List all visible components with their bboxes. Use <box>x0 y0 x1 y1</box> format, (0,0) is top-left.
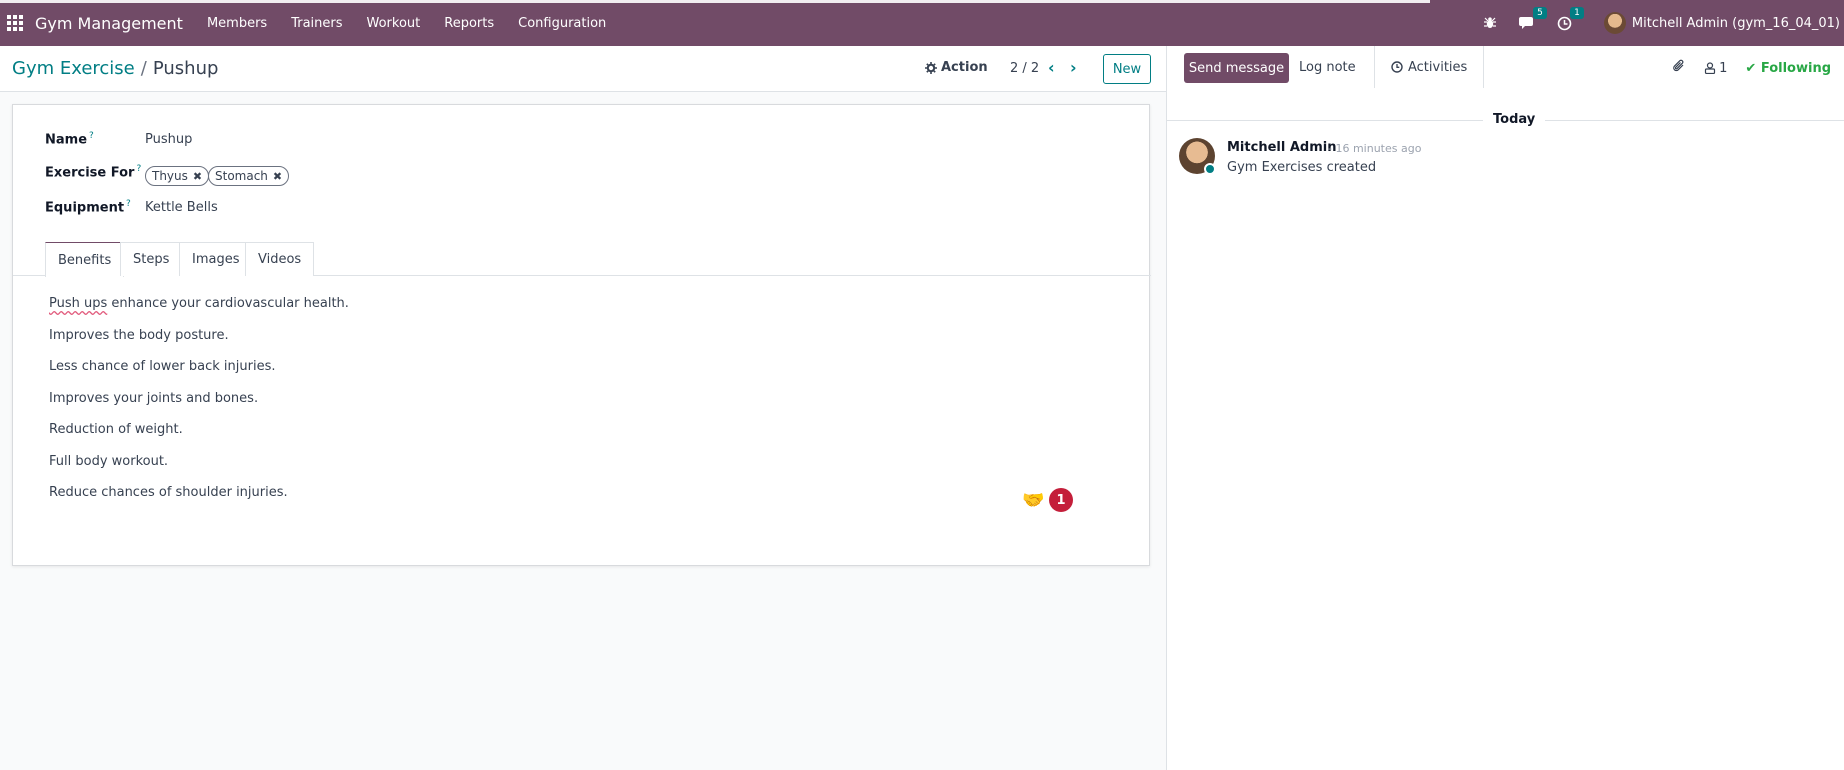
equipment-label: Equipment? <box>45 199 131 216</box>
tooltip-mark: ? <box>89 131 94 141</box>
benefit-line[interactable]: Push ups enhance your cardiovascular hea… <box>49 296 349 311</box>
message-timestamp: - 16 minutes ago <box>1328 142 1422 155</box>
grammar-count-badge[interactable]: 1 <box>1049 488 1073 512</box>
menu-workout[interactable]: Workout <box>355 16 433 31</box>
benefit-line[interactable]: Reduction of weight. <box>49 422 183 437</box>
user-icon <box>1705 62 1716 74</box>
tag-remove-icon[interactable]: ✖ <box>273 170 282 183</box>
action-menu-button[interactable]: Action <box>925 60 988 75</box>
tab-images[interactable]: Images <box>179 242 253 276</box>
top-navbar: Gym Management Members Trainers Workout … <box>0 0 1844 46</box>
benefit-line[interactable]: Improves the body posture. <box>49 328 229 343</box>
form-sheet: Name? Pushup Exercise For? Thyus ✖ Stomac… <box>12 104 1151 566</box>
name-field[interactable]: Pushup <box>145 132 192 147</box>
chatter-panel: Send message Log note Activities 1 ✔ Fol… <box>1166 46 1844 770</box>
tab-videos[interactable]: Videos <box>245 242 315 276</box>
benefit-line[interactable]: Improves your joints and bones. <box>49 391 258 406</box>
pager-previous-icon[interactable]: ‹ <box>1048 58 1055 77</box>
check-icon: ✔ <box>1745 60 1757 76</box>
activities-clock-icon[interactable]: 1 <box>1557 6 1584 31</box>
tab-steps[interactable]: Steps <box>120 242 183 276</box>
chatter-toolbar: Send message Log note Activities 1 ✔ Fol… <box>1167 46 1844 88</box>
menu-reports[interactable]: Reports <box>432 16 506 31</box>
menu-trainers[interactable]: Trainers <box>279 16 354 31</box>
pager-next-icon[interactable]: › <box>1070 58 1077 77</box>
messages-count-badge: 5 <box>1533 7 1547 19</box>
benefit-line[interactable]: Less chance of lower back injuries. <box>49 359 275 374</box>
breadcrumb: Gym Exercise / Pushup <box>12 58 219 79</box>
misspelled-word: Push ups <box>49 296 108 311</box>
user-avatar <box>1603 12 1626 34</box>
new-record-button[interactable]: New <box>1103 54 1151 84</box>
activities-button[interactable]: Activities <box>1374 46 1485 88</box>
paperclip-icon[interactable] <box>1672 59 1686 77</box>
notebook-tabs: Benefits Steps Images Videos <box>13 242 1151 277</box>
app-brand[interactable]: Gym Management <box>35 14 183 33</box>
send-message-button[interactable]: Send message <box>1184 53 1289 83</box>
pager-value[interactable]: 2 / 2 <box>1010 61 1039 76</box>
debug-bug-icon[interactable] <box>1483 16 1497 30</box>
benefit-line[interactable]: Reduce chances of shoulder injuries. <box>49 485 288 500</box>
benefit-line[interactable]: Full body workout. <box>49 454 168 469</box>
tab-benefits[interactable]: Benefits <box>45 242 125 277</box>
breadcrumb-current: Pushup <box>152 58 219 79</box>
log-note-button[interactable]: Log note <box>1299 60 1356 75</box>
control-panel: Gym Exercise / Pushup Action 2 / 2 ‹ › New <box>0 46 1166 92</box>
name-label: Name? <box>45 131 94 148</box>
user-name: Mitchell Admin (gym_16_04_01) <box>1631 15 1840 31</box>
message-body: Gym Exercises created <box>1227 160 1377 175</box>
exercise-for-label: Exercise For? <box>45 164 142 181</box>
handshake-icon[interactable]: 🤝 <box>1022 490 1044 511</box>
online-status-icon <box>1204 163 1216 175</box>
followers-button[interactable]: 1 <box>1704 61 1727 76</box>
action-label: Action <box>941 60 988 75</box>
menu-configuration[interactable]: Configuration <box>506 16 618 31</box>
tag-remove-icon[interactable]: ✖ <box>193 170 202 183</box>
messages-icon[interactable]: 5 <box>1518 7 1547 30</box>
tooltip-mark: ? <box>136 164 142 174</box>
date-separator: Today <box>1483 112 1546 127</box>
apps-menu-icon[interactable] <box>1 0 29 46</box>
menu-members[interactable]: Members <box>195 16 279 31</box>
tag-stomach: Stomach ✖ <box>208 166 290 186</box>
tag-thyus: Thyus ✖ <box>145 166 210 186</box>
clock-icon <box>1391 61 1403 73</box>
page-load-bar <box>0 0 1430 3</box>
user-menu[interactable]: Mitchell Admin (gym_16_04_01) <box>1603 12 1840 34</box>
activities-count-badge: 1 <box>1570 6 1584 19</box>
breadcrumb-parent-link[interactable]: Gym Exercise <box>12 58 135 79</box>
tooltip-mark: ? <box>126 199 131 209</box>
gear-icon <box>925 61 937 74</box>
message-author[interactable]: Mitchell Admin <box>1227 140 1336 155</box>
equipment-field[interactable]: Kettle Bells <box>145 200 218 215</box>
following-button[interactable]: ✔ Following <box>1745 61 1831 76</box>
